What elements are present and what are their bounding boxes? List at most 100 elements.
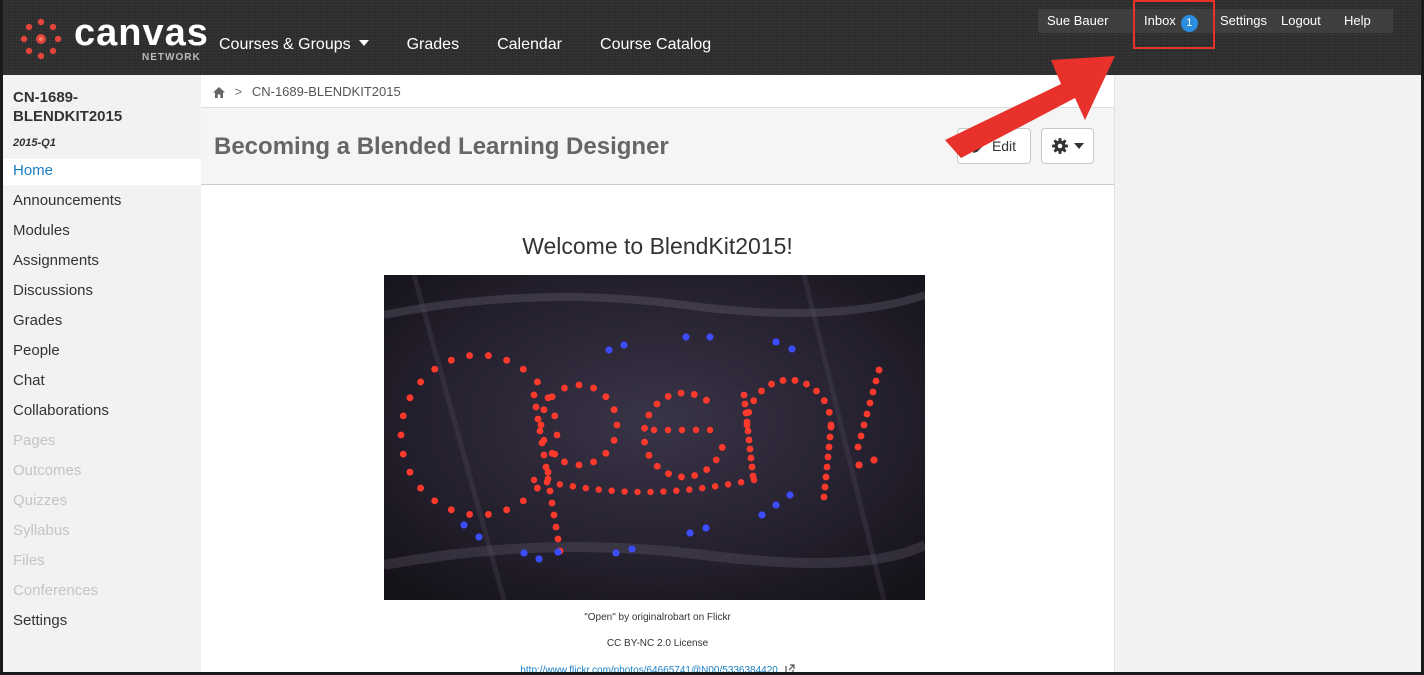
nav-course-catalog[interactable]: Course Catalog xyxy=(600,36,711,54)
led-dot xyxy=(827,423,835,431)
user-name-link[interactable]: Sue Bauer xyxy=(1047,13,1108,28)
led-dot xyxy=(582,484,589,492)
sidebar-item-assignments[interactable]: Assignments xyxy=(13,252,99,269)
led-dot xyxy=(575,461,583,469)
led-dot xyxy=(540,406,548,414)
led-dot xyxy=(542,463,550,471)
course-name[interactable]: CN-1689- BLENDKIT2015 xyxy=(13,88,193,126)
led-dot xyxy=(857,432,865,440)
led-dot xyxy=(724,481,732,488)
open-sign-image xyxy=(384,275,925,600)
led-dot xyxy=(703,396,710,404)
nav-calendar[interactable]: Calendar xyxy=(497,36,562,54)
led-dot xyxy=(741,400,749,408)
led-dot xyxy=(743,421,751,429)
led-dot xyxy=(823,463,831,471)
breadcrumb-course-link[interactable]: CN-1689-BLENDKIT2015 xyxy=(252,84,401,99)
led-dot xyxy=(744,427,752,435)
led-dot xyxy=(869,388,877,396)
led-dot xyxy=(820,397,828,405)
led-dot xyxy=(431,365,439,373)
led-dot xyxy=(533,484,541,492)
led-dot xyxy=(682,333,690,341)
led-dot xyxy=(645,451,653,459)
led-dot xyxy=(686,529,694,537)
led-dot xyxy=(548,393,556,401)
led-dot xyxy=(691,472,699,479)
led-dot xyxy=(745,408,753,416)
led-dot xyxy=(645,411,653,419)
sidebar-item-syllabus: Syllabus xyxy=(13,522,70,539)
help-link[interactable]: Help xyxy=(1344,13,1371,28)
sidebar-item-modules[interactable]: Modules xyxy=(13,222,70,239)
led-dot xyxy=(860,421,868,429)
led-dot xyxy=(533,378,541,386)
led-dot xyxy=(706,426,714,434)
led-dot xyxy=(641,438,648,446)
nav-courses-groups[interactable]: Courses & Groups xyxy=(219,36,369,54)
led-dot xyxy=(569,483,577,490)
led-dot xyxy=(746,445,754,453)
canvas-wordmark: canvas xyxy=(74,12,209,54)
logout-link[interactable]: Logout xyxy=(1281,13,1321,28)
led-dot xyxy=(417,484,425,492)
settings-link[interactable]: Settings xyxy=(1220,13,1267,28)
led-dot xyxy=(610,436,618,444)
led-dot xyxy=(399,450,407,458)
led-dot xyxy=(664,426,672,434)
led-dot xyxy=(548,449,556,457)
app-window: canvas NETWORK Courses & Groups Grades C… xyxy=(0,0,1424,675)
led-dot xyxy=(712,456,720,464)
led-dot xyxy=(620,341,628,349)
user-nav: Sue Bauer Inbox 1 Settings Logout Help xyxy=(1038,9,1393,33)
led-dot xyxy=(758,387,765,395)
led-dot xyxy=(530,476,538,484)
led-dot xyxy=(803,380,810,388)
flickr-source-link[interactable]: http://www.flickr.com/photos/64665741@N0… xyxy=(520,665,778,672)
sidebar-item-people[interactable]: People xyxy=(13,342,60,359)
led-dot xyxy=(397,431,405,439)
sidebar-item-settings[interactable]: Settings xyxy=(13,612,67,629)
sidebar-item-home[interactable]: Home xyxy=(13,162,53,179)
led-dot xyxy=(699,484,706,492)
led-dot xyxy=(711,483,719,490)
sidebar-item-quizzes: Quizzes xyxy=(13,492,68,509)
led-dot xyxy=(822,473,830,481)
nav-grades[interactable]: Grades xyxy=(407,36,459,54)
global-nav: Courses & Groups Grades Calendar Course … xyxy=(219,36,749,54)
led-dot xyxy=(540,451,548,459)
led-dot xyxy=(740,391,748,399)
home-icon[interactable] xyxy=(213,87,225,98)
sidebar-item-outcomes: Outcomes xyxy=(13,462,82,479)
led-dot xyxy=(417,378,425,386)
led-dot xyxy=(548,499,556,507)
inbox-highlight-annotation xyxy=(1133,0,1215,49)
welcome-heading: Welcome to BlendKit2015! xyxy=(522,233,793,259)
sidebar-item-announcements[interactable]: Announcements xyxy=(13,192,121,209)
led-dot xyxy=(561,384,568,392)
led-dot xyxy=(551,412,559,420)
led-dot xyxy=(460,521,468,529)
sidebar-item-discussions[interactable]: Discussions xyxy=(13,282,93,299)
led-dot xyxy=(875,366,883,374)
led-dot xyxy=(647,488,654,496)
led-dot xyxy=(406,394,414,402)
led-dot xyxy=(750,476,758,484)
led-dot xyxy=(653,462,661,470)
led-dot xyxy=(554,535,562,543)
red-arrow-annotation xyxy=(945,56,1115,158)
led-dot xyxy=(703,466,711,473)
led-dot xyxy=(520,549,528,557)
sidebar-item-collaborations[interactable]: Collaborations xyxy=(13,402,109,419)
led-dot xyxy=(745,436,753,444)
canvas-logo[interactable]: canvas NETWORK xyxy=(17,12,208,64)
led-dot xyxy=(534,415,542,423)
course-name-line-1: CN-1689- xyxy=(13,89,79,106)
sidebar-item-pages: Pages xyxy=(13,432,56,449)
sidebar-item-chat[interactable]: Chat xyxy=(13,372,45,389)
led-dot xyxy=(447,506,455,514)
led-dot xyxy=(553,431,561,439)
image-caption-license: CC BY-NC 2.0 License xyxy=(606,638,709,649)
network-label: NETWORK xyxy=(142,52,201,63)
sidebar-item-grades[interactable]: Grades xyxy=(13,312,62,329)
